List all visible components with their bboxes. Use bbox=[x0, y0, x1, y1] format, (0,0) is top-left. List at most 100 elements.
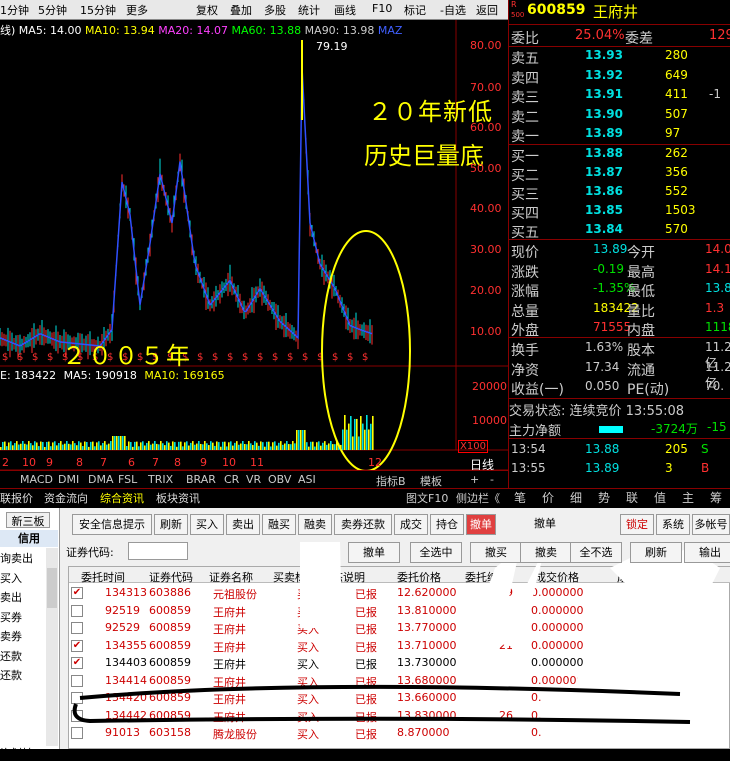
button-7[interactable]: 成交 bbox=[394, 514, 428, 535]
volume-bar bbox=[318, 441, 320, 450]
dividend-mark: $ bbox=[197, 352, 203, 363]
quote-label: 总量 bbox=[511, 303, 539, 320]
volume-bar bbox=[364, 429, 366, 450]
volume-bar bbox=[272, 442, 274, 450]
row2-button-5[interactable]: 刷新 bbox=[630, 542, 682, 563]
indicator-tab-dma[interactable]: DMA bbox=[88, 473, 114, 486]
row2-button-0[interactable]: 撤单 bbox=[348, 542, 400, 563]
volume-bar bbox=[0, 447, 2, 450]
toolbar-6[interactable]: 多股 bbox=[264, 2, 286, 18]
volume-bar bbox=[290, 444, 292, 450]
volume-bar bbox=[168, 442, 170, 450]
toolbar-2[interactable]: 15分钟 bbox=[80, 2, 116, 18]
button-9[interactable]: 撤单 bbox=[466, 514, 496, 535]
volume-bar bbox=[254, 441, 256, 450]
template-button[interactable]: 模板 bbox=[420, 473, 442, 489]
bid-price: 13.87 bbox=[585, 165, 623, 179]
bottom-tab-2[interactable]: 综合资讯 bbox=[100, 489, 144, 508]
button-10[interactable]: 撤单 bbox=[530, 514, 560, 535]
button-3[interactable]: 卖出 bbox=[226, 514, 260, 535]
toolbar-12[interactable]: 返回 bbox=[476, 2, 498, 18]
indicator-tab-dmi[interactable]: DMI bbox=[58, 473, 79, 486]
stock-name: 王府井 bbox=[593, 3, 639, 21]
fund-value: 1.63% bbox=[585, 340, 624, 354]
toolbar-5[interactable]: 叠加 bbox=[230, 2, 252, 18]
button-0[interactable]: 安全信息提示 bbox=[72, 514, 152, 535]
button-8[interactable]: 持仓 bbox=[430, 514, 464, 535]
toolbar-1[interactable]: 5分钟 bbox=[38, 2, 67, 18]
button-13[interactable]: 多帐号 bbox=[692, 514, 730, 535]
row2-button-3[interactable]: 撤卖 bbox=[520, 542, 572, 563]
right-tab[interactable]: 主 bbox=[682, 489, 694, 508]
right-tab[interactable]: 价 bbox=[542, 489, 554, 508]
volume-bar bbox=[248, 441, 250, 450]
date-tick: 8 bbox=[174, 456, 181, 469]
kline-chart[interactable]: $ $ $ $ $ $ $ $ $ $ $ $ $ $ $ $ $ $ $ $ $ $ $ $ $ 线) MA5: 14.00 … bbox=[0, 20, 508, 488]
indicator-b[interactable]: 指标B bbox=[376, 473, 406, 489]
volume-bar bbox=[136, 441, 138, 450]
zoom-out-button[interactable]: - bbox=[490, 473, 494, 486]
row2-button-1[interactable]: 全选中 bbox=[410, 542, 462, 563]
right-tab[interactable]: 笔 bbox=[514, 489, 526, 508]
toolbar-7[interactable]: 统计 bbox=[298, 2, 320, 18]
bottom-tab-0[interactable]: 联报价 bbox=[0, 489, 33, 508]
button-12[interactable]: 系统 bbox=[656, 514, 690, 535]
button-2[interactable]: 买入 bbox=[190, 514, 224, 535]
volume-bar bbox=[110, 441, 112, 450]
volume-bar bbox=[60, 441, 62, 450]
volume-bar bbox=[242, 441, 244, 450]
right-tab[interactable]: 筹 bbox=[710, 489, 722, 508]
bottom-tab-3[interactable]: 板块资讯 bbox=[156, 489, 200, 508]
volume-tick: 20000 bbox=[472, 380, 507, 393]
button-6[interactable]: 卖券还款 bbox=[334, 514, 392, 535]
volume-bar bbox=[2, 441, 4, 450]
indicator-tab-macd[interactable]: MACD bbox=[20, 473, 53, 486]
bid-price: 13.84 bbox=[585, 222, 623, 236]
button-1[interactable]: 刷新 bbox=[154, 514, 188, 535]
right-tab[interactable]: 细 bbox=[570, 489, 582, 508]
toolbar-3[interactable]: 更多 bbox=[126, 2, 148, 18]
volume-bar bbox=[256, 442, 258, 450]
dividend-mark: $ bbox=[287, 352, 293, 363]
volume-bar bbox=[180, 441, 182, 450]
toolbar-4[interactable]: 复权 bbox=[196, 2, 218, 18]
right-tab[interactable]: 联 bbox=[626, 489, 638, 508]
tick-direction: S bbox=[701, 442, 709, 456]
row2-button-2[interactable]: 撤买 bbox=[470, 542, 522, 563]
zoom-in-button[interactable]: + bbox=[470, 473, 479, 486]
toolbar-10[interactable]: 标记 bbox=[404, 2, 426, 18]
indicator-tab-vr[interactable]: VR bbox=[246, 473, 261, 486]
toolbar-9[interactable]: F10 bbox=[372, 2, 392, 15]
button-4[interactable]: 融买 bbox=[262, 514, 296, 535]
ask-price: 13.90 bbox=[585, 106, 623, 121]
bottom-tab-1[interactable]: 资金流向 bbox=[44, 489, 88, 508]
f10-button[interactable]: 图文F10 bbox=[406, 489, 448, 508]
indicator-tab-brar[interactable]: BRAR bbox=[186, 473, 216, 486]
indicator-tab-obv[interactable]: OBV bbox=[268, 473, 291, 486]
right-tab[interactable]: 值 bbox=[654, 489, 666, 508]
indicator-tab-cr[interactable]: CR bbox=[224, 473, 239, 486]
indicator-tab-asi[interactable]: ASI bbox=[298, 473, 316, 486]
volume-bar bbox=[326, 444, 328, 450]
button-11[interactable]: 锁定 bbox=[620, 514, 654, 535]
ask-price: 13.91 bbox=[585, 87, 623, 101]
right-tab[interactable]: 势 bbox=[598, 489, 610, 508]
indicator-tab-trix[interactable]: TRIX bbox=[148, 473, 173, 486]
volume-bar bbox=[152, 443, 154, 450]
toolbar-8[interactable]: 画线 bbox=[334, 2, 356, 18]
row2-button-6[interactable]: 输出 bbox=[684, 542, 730, 563]
volume-bar bbox=[270, 446, 272, 450]
row2-button-4[interactable]: 全不选 bbox=[570, 542, 622, 563]
indicator-tab-fsl[interactable]: FSL bbox=[118, 473, 137, 486]
quote-value: -0.19 bbox=[593, 261, 625, 276]
toolbar-11[interactable]: -自选 bbox=[440, 2, 466, 18]
volume-bar bbox=[120, 436, 122, 450]
date-tick: 8 bbox=[76, 456, 83, 469]
sidebar-toggle[interactable]: 侧边栏《 bbox=[456, 489, 500, 508]
volume-bar bbox=[72, 441, 74, 450]
toolbar-0[interactable]: 1分钟 bbox=[0, 2, 29, 18]
button-5[interactable]: 融卖 bbox=[298, 514, 332, 535]
ask-price: 13.93 bbox=[585, 48, 623, 62]
volume-bar bbox=[4, 441, 6, 450]
ask-volume: 649 bbox=[665, 67, 688, 82]
